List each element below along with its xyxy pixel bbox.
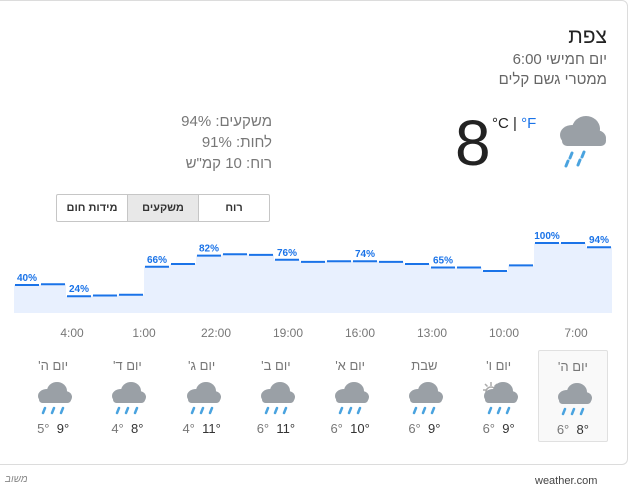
hour-label: 13:00 [416, 326, 448, 340]
day-temps: 6° 10° [315, 421, 385, 436]
day-name: שבת [411, 358, 438, 373]
tab-precipitation[interactable]: משקעים [128, 195, 199, 221]
day-forecast[interactable]: יום ה' 5° 9° [18, 350, 88, 442]
hour-label: 1:00 [132, 326, 156, 340]
weather-card: צפת יום חמישי 6:00 ממטרי גשם קלים 8 °C |… [0, 0, 628, 465]
celsius-toggle[interactable]: °C [492, 115, 509, 132]
day-temps: 4° 11° [167, 421, 237, 436]
precipitation-label: 82% [199, 244, 219, 255]
day-forecast[interactable]: יום ב' 6° 11° [241, 350, 311, 442]
low-temp: 4° [111, 421, 124, 436]
low-temp: 5° [37, 421, 50, 436]
weather-details: משקעים: 94% לחות: 91% רוח: 10 קמ"ש [160, 111, 272, 174]
day-name: יום ד' [112, 358, 142, 373]
rain-cloud-icon [241, 378, 311, 418]
high-temp: 9° [427, 421, 441, 436]
day-forecast[interactable]: יום ג' 4° 11° [167, 350, 237, 442]
rain-cloud-icon [315, 378, 385, 418]
feedback-link[interactable]: משוב [5, 474, 28, 485]
low-temp: 6° [408, 421, 421, 436]
day-name: יום ה' [557, 359, 588, 374]
high-temp: 8° [576, 422, 589, 437]
day-forecast[interactable]: יום ו' 6° 9° [464, 350, 534, 442]
sun-cloud-rain-icon [464, 378, 534, 418]
hour-label: 16:00 [344, 326, 376, 340]
rain-cloud-icon [167, 378, 237, 418]
day-temps: 6° 9° [389, 421, 459, 436]
low-temp: 6° [256, 421, 270, 436]
rain-cloud-icon [92, 378, 162, 418]
current-time: יום חמישי 6:00 [512, 51, 607, 68]
day-name: יום ג' [188, 358, 216, 373]
location-name: צפת [568, 25, 607, 48]
tab-temperature[interactable]: מידות חום [57, 195, 128, 221]
day-temps: 6° 9° [464, 421, 534, 436]
metric-tabs: מידות חום משקעים רוח [56, 194, 270, 222]
day-name: יום א' [335, 358, 366, 373]
rain-cloud-icon [18, 378, 88, 418]
condition-text: ממטרי גשם קלים [498, 71, 607, 88]
tab-wind[interactable]: רוח [199, 195, 269, 221]
daily-forecast: יום ה' 6° 8° יום ו' 6° 9° שבת 6° 9° יום א' 6° 1… [18, 350, 612, 442]
hour-label: 4:00 [60, 326, 84, 340]
precipitation-label: 94% [589, 235, 609, 246]
day-temps: 6° 8° [539, 422, 607, 437]
high-temp: 8° [130, 421, 144, 436]
high-temp: 10° [350, 421, 370, 436]
precipitation-label: 66% [147, 255, 167, 266]
precipitation-detail: משקעים: 94% [181, 113, 272, 130]
rain-cloud-icon [560, 116, 606, 168]
low-temp: 6° [556, 422, 570, 437]
day-forecast[interactable]: יום א' 6° 10° [315, 350, 385, 442]
source-link[interactable]: weather.com [535, 475, 597, 487]
low-temp: 4° [182, 421, 195, 436]
unit-separator: | [508, 115, 522, 132]
unit-toggle: °C | °F [492, 115, 536, 132]
precipitation-label: 100% [534, 231, 560, 242]
day-temps: 4° 8° [92, 421, 162, 436]
high-temp: 9° [502, 421, 515, 436]
hour-label: 10:00 [488, 326, 520, 340]
day-forecast[interactable]: יום ה' 6° 8° [537, 350, 608, 442]
day-name: יום ב' [261, 358, 291, 373]
fahrenheit-toggle[interactable]: °F [521, 115, 536, 132]
day-name: יום ו' [486, 358, 512, 373]
current-temperature: 8 [455, 107, 491, 179]
hour-label: 19:00 [272, 326, 304, 340]
precipitation-label: 65% [433, 256, 453, 267]
humidity-detail: לחות: 91% [201, 134, 272, 151]
day-forecast[interactable]: יום ד' 4° 8° [92, 350, 162, 442]
low-temp: 6° [330, 421, 343, 436]
high-temp: 9° [56, 421, 70, 436]
wind-detail: רוח: 10 קמ"ש [185, 155, 272, 172]
day-temps: 5° 9° [18, 421, 88, 436]
high-temp: 11° [276, 421, 296, 436]
hour-label: 22:00 [200, 326, 232, 340]
precipitation-label: 24% [69, 284, 89, 295]
precipitation-chart: 40% 24% 66% 82% 76% 74% 65% 100% 94% [14, 231, 612, 313]
precipitation-label: 76% [277, 248, 297, 259]
rain-cloud-icon [539, 379, 607, 419]
day-temps: 6° 11° [241, 421, 311, 436]
precipitation-label: 74% [355, 249, 375, 260]
hour-axis: 4:00 1:00 22:00 19:00 16:00 13:00 10:00 7:00 [0, 326, 630, 342]
precipitation-area [14, 243, 612, 313]
rain-cloud-icon [389, 378, 459, 418]
high-temp: 11° [202, 421, 221, 436]
day-name: יום ה' [38, 358, 69, 373]
hour-label: 7:00 [564, 326, 588, 340]
low-temp: 6° [482, 421, 495, 436]
precipitation-label: 40% [17, 273, 37, 284]
day-forecast[interactable]: שבת 6° 9° [389, 350, 459, 442]
